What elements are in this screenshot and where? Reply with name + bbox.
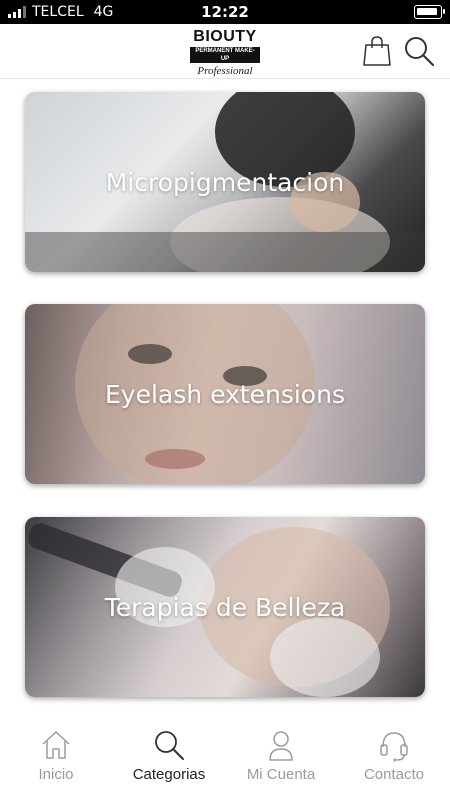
tab-label: Inicio bbox=[38, 766, 74, 783]
tab-mi-cuenta[interactable]: Mi Cuenta bbox=[225, 720, 337, 800]
tab-inicio[interactable]: Inicio bbox=[0, 720, 112, 800]
category-card-micropigmentacion[interactable]: Micropigmentacion bbox=[25, 92, 425, 272]
home-icon bbox=[42, 731, 70, 759]
app-header: BIOUTY PERMANENT MAKE-UP Professional bbox=[0, 24, 450, 79]
user-icon bbox=[269, 731, 293, 761]
status-bar: TELCEL 4G 12:22 bbox=[0, 0, 450, 24]
tab-categorias[interactable]: Categorias bbox=[113, 720, 225, 800]
logo-brand-text: BIOUTY bbox=[193, 28, 257, 45]
clock: 12:22 bbox=[201, 3, 249, 21]
tab-label: Mi Cuenta bbox=[246, 766, 316, 783]
category-label: Micropigmentacion bbox=[105, 167, 345, 197]
tab-label: Categorias bbox=[132, 766, 206, 783]
search-icon bbox=[155, 731, 184, 760]
tab-label: Contacto bbox=[363, 766, 425, 783]
logo-script: Professional bbox=[197, 65, 253, 77]
headset-icon bbox=[380, 732, 408, 762]
search-icon[interactable] bbox=[402, 34, 436, 68]
category-label: Eyelash extensions bbox=[105, 379, 345, 409]
shopping-bag-icon[interactable] bbox=[360, 34, 394, 68]
category-label: Terapias de Belleza bbox=[104, 592, 346, 622]
tab-contacto[interactable]: Contacto bbox=[338, 720, 450, 800]
category-card-eyelash[interactable]: Eyelash extensions bbox=[25, 304, 425, 484]
logo-tagline: PERMANENT MAKE-UP bbox=[190, 47, 260, 63]
battery-icon bbox=[414, 5, 445, 19]
brand-logo[interactable]: BIOUTY PERMANENT MAKE-UP Professional bbox=[190, 28, 260, 77]
bottom-tab-bar: Inicio Categorias Mi Cuenta Contacto bbox=[0, 720, 450, 800]
category-card-terapias[interactable]: Terapias de Belleza bbox=[25, 517, 425, 697]
